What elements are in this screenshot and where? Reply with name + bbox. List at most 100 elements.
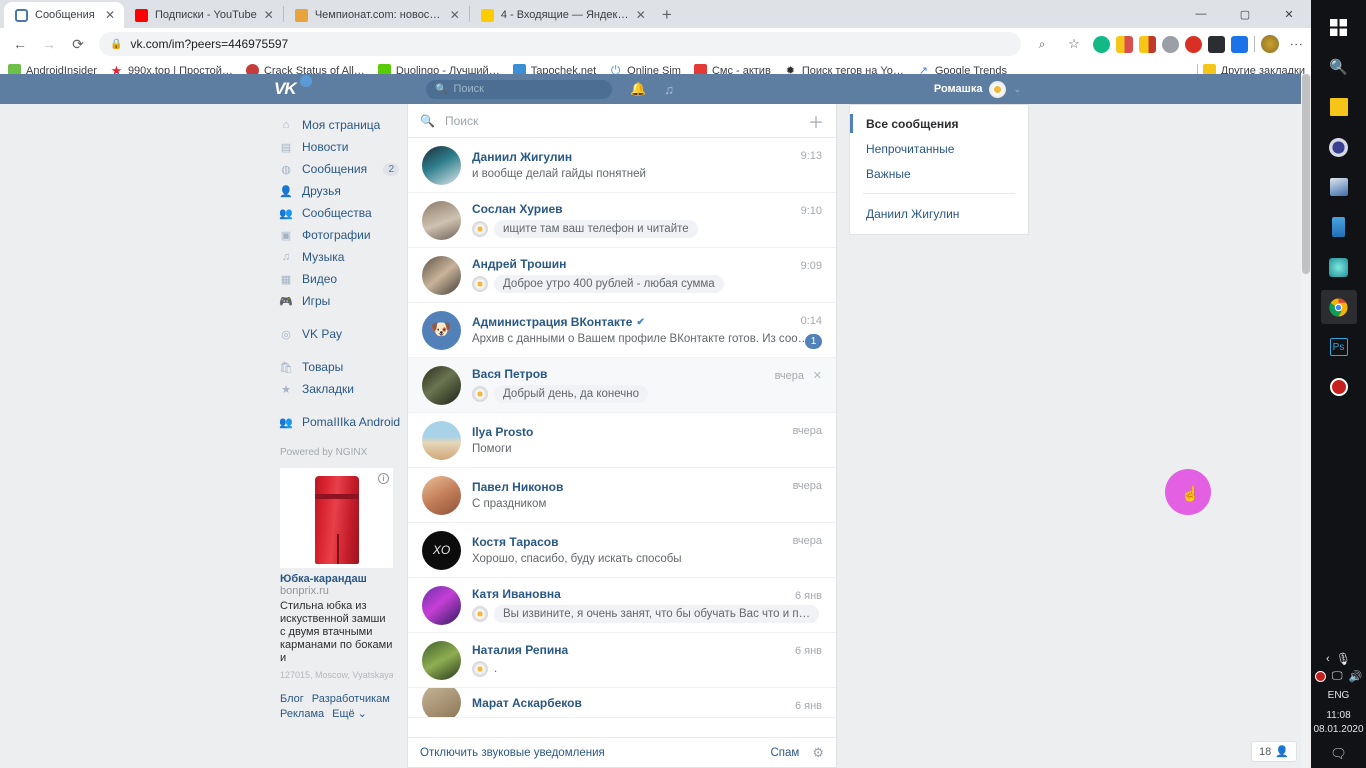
ad-block[interactable]: i Юбка-карандаш bonprix.ru Стильна юбка … bbox=[280, 468, 393, 680]
red-pencil-skirt bbox=[315, 476, 359, 564]
filter-unread[interactable]: Непрочитанные bbox=[850, 136, 1028, 161]
record-icon[interactable] bbox=[1321, 370, 1357, 404]
tab-close-icon[interactable]: ✕ bbox=[636, 9, 646, 21]
music-icon[interactable]: ♫ bbox=[664, 82, 674, 97]
conversation-row[interactable]: Сослан Хуриев ищите там ваш телефон и чи… bbox=[408, 193, 836, 248]
extension-gray-icon[interactable] bbox=[1162, 36, 1179, 53]
sidebar-item-goods[interactable]: 🛍Товары bbox=[274, 356, 407, 378]
browser-tab-3[interactable]: 4 - Входящие — Яндекс.Почта ✕ bbox=[470, 2, 655, 28]
clock[interactable]: 11:08 08.01.2020 bbox=[1313, 709, 1363, 737]
bookmark-star-icon[interactable]: ☆ bbox=[1061, 31, 1087, 57]
photoshop-icon[interactable]: Ps bbox=[1321, 330, 1357, 364]
search-icon[interactable]: 🔍 bbox=[1321, 50, 1357, 84]
messages-search-bar[interactable]: 🔍 Поиск ＋ bbox=[408, 104, 836, 138]
teal-app-icon[interactable] bbox=[1321, 250, 1357, 284]
address-bar[interactable]: 🔒 vk.com/im?peers=446975597 bbox=[99, 32, 1021, 56]
conversation-row-hovered[interactable]: Вася Петров Добрый день, да конечно вчер… bbox=[408, 358, 836, 413]
mute-sounds-button[interactable]: Отключить звуковые уведомления bbox=[420, 747, 605, 759]
microphone-icon[interactable]: 🎙 bbox=[1336, 652, 1351, 666]
footer-link-blog[interactable]: Блог bbox=[280, 693, 304, 705]
tab-close-icon[interactable]: ✕ bbox=[105, 9, 115, 21]
maximize-button[interactable]: ▢ bbox=[1223, 0, 1267, 28]
sidebar-item-messages[interactable]: ◍Сообщения2 bbox=[274, 158, 407, 180]
tab-close-icon[interactable]: ✕ bbox=[450, 9, 460, 21]
browser-tab-2[interactable]: Чемпионат.com: новости спорт ✕ bbox=[284, 2, 469, 28]
sidebar-item-photos[interactable]: ▣Фотографии bbox=[274, 224, 407, 246]
compose-message-button[interactable]: ＋ bbox=[808, 109, 824, 133]
online-counter-widget[interactable]: 18 👤 bbox=[1251, 741, 1297, 762]
ad-title[interactable]: Юбка-карандаш bbox=[280, 573, 393, 585]
vk-logo[interactable]: VK bbox=[274, 79, 316, 99]
windows-start-icon[interactable] bbox=[1321, 10, 1357, 44]
tab-close-icon[interactable]: ✕ bbox=[264, 9, 274, 21]
volume-icon[interactable]: 🔊 bbox=[1348, 670, 1362, 683]
sidebar-item-groups[interactable]: 👥Сообщества bbox=[274, 202, 407, 224]
sidebar-item-video[interactable]: ▦Видео bbox=[274, 268, 407, 290]
conversation-row[interactable]: Павел Никонов С праздником вчера bbox=[408, 468, 836, 523]
sidebar-item-bookmarks[interactable]: ★Закладки bbox=[274, 378, 407, 400]
conversation-row[interactable]: Андрей Трошин Доброе утро 400 рублей - л… bbox=[408, 248, 836, 303]
scrollbar-thumb[interactable] bbox=[1302, 74, 1310, 274]
bell-icon[interactable]: 🔔 bbox=[630, 81, 646, 97]
tray-chevron-icon[interactable]: ‹ bbox=[1326, 653, 1330, 665]
page-zoom-icon[interactable]: ⌕ bbox=[1029, 31, 1055, 57]
conversation-row[interactable]: Марат Аскарбеков 6 янв bbox=[408, 688, 836, 718]
page-scrollbar[interactable] bbox=[1301, 74, 1311, 768]
sidebar-item-games[interactable]: 🎮Игры bbox=[274, 290, 407, 312]
user-menu[interactable]: Ромашка ⌄ bbox=[934, 81, 1021, 98]
conversation-row[interactable]: Наталия Репина . 6 янв bbox=[408, 633, 836, 688]
filter-all-messages[interactable]: Все сообщения bbox=[850, 111, 1028, 136]
conversation-row[interactable]: Даниил Жигулин и вообще делай гайды поня… bbox=[408, 138, 836, 193]
back-icon[interactable]: ← bbox=[7, 31, 33, 57]
language-indicator[interactable]: ENG bbox=[1328, 690, 1350, 701]
footer-link-ads[interactable]: Реклама bbox=[280, 708, 324, 720]
avatar bbox=[422, 476, 461, 515]
vk-global-search[interactable]: 🔍 Поиск bbox=[426, 80, 612, 99]
sticky-notes-icon[interactable] bbox=[1321, 90, 1357, 124]
sidebar-item-community[interactable]: 👥PomaIIIka Android bbox=[274, 411, 407, 433]
extension-blue-icon[interactable] bbox=[1231, 36, 1248, 53]
extension-orange-icon[interactable] bbox=[1139, 36, 1156, 53]
conversation-row[interactable]: XO Костя Тарасов Хорошо, спасибо, буду и… bbox=[408, 523, 836, 578]
reload-icon[interactable]: ⟳ bbox=[65, 31, 91, 57]
filter-important[interactable]: Важные bbox=[850, 161, 1028, 186]
save-disk-icon[interactable] bbox=[1321, 170, 1357, 204]
close-window-button[interactable]: ✕ bbox=[1267, 0, 1311, 28]
browser-tab-1[interactable]: Подписки - YouTube ✕ bbox=[124, 2, 283, 28]
spam-button[interactable]: Спам bbox=[771, 747, 800, 759]
record-red-icon[interactable] bbox=[1315, 671, 1326, 682]
conversation-row[interactable]: Ilya Prosto Помоги вчера bbox=[408, 413, 836, 468]
extension-screen-icon[interactable] bbox=[1208, 36, 1225, 53]
sidebar-item-my-page[interactable]: ⌂Моя страница bbox=[274, 114, 407, 136]
close-conversation-icon[interactable]: ✕ bbox=[813, 369, 822, 382]
sidebar-item-vkpay[interactable]: ◎VK Pay bbox=[274, 323, 407, 345]
extension-green-icon[interactable] bbox=[1093, 36, 1110, 53]
info-icon[interactable]: i bbox=[378, 473, 389, 484]
minimize-button[interactable]: — bbox=[1179, 0, 1223, 28]
conversation-row[interactable]: Катя Ивановна Вы извините, я очень занят… bbox=[408, 578, 836, 633]
avatar bbox=[422, 688, 461, 718]
sidebar-item-friends[interactable]: 👤Друзья bbox=[274, 180, 407, 202]
filter-saved-contact[interactable]: Даниил Жигулин bbox=[850, 201, 1028, 226]
footer-link-devs[interactable]: Разработчикам bbox=[312, 693, 390, 705]
tray-row-mid: 🖵 🔊 bbox=[1311, 670, 1366, 683]
screen-icon[interactable]: 🖵 bbox=[1332, 670, 1343, 683]
new-tab-button[interactable]: + bbox=[662, 5, 672, 25]
forward-icon[interactable]: → bbox=[36, 31, 62, 57]
chrome-icon[interactable] bbox=[1321, 290, 1357, 324]
profile-avatar[interactable] bbox=[1261, 35, 1279, 53]
chrome-menu-icon[interactable]: ⋮ bbox=[1289, 38, 1304, 51]
browser-tab-0[interactable]: Сообщения ✕ bbox=[4, 2, 124, 28]
gear-icon[interactable]: ⚙ bbox=[812, 745, 824, 761]
conversation-row[interactable]: 🐶 Администрация ВКонтакте✔ Архив с данны… bbox=[408, 303, 836, 358]
conversation-body: Катя Ивановна Вы извините, я очень занят… bbox=[472, 587, 824, 623]
extension-yellow-icon[interactable] bbox=[1116, 36, 1133, 53]
sidebar-item-music[interactable]: ♫Музыка bbox=[274, 246, 407, 268]
opera-icon[interactable] bbox=[1321, 130, 1357, 164]
extension-red-icon[interactable] bbox=[1185, 36, 1202, 53]
notification-icon[interactable]: 🗨 bbox=[1330, 746, 1347, 762]
footer-link-more[interactable]: Ещё ⌄ bbox=[332, 708, 367, 720]
sidebar-item-news[interactable]: ▤Новости bbox=[274, 136, 407, 158]
blue-app-icon[interactable] bbox=[1321, 210, 1357, 244]
conversation-preview: Архив с данными о Вашем профиле ВКонтакт… bbox=[472, 333, 824, 345]
